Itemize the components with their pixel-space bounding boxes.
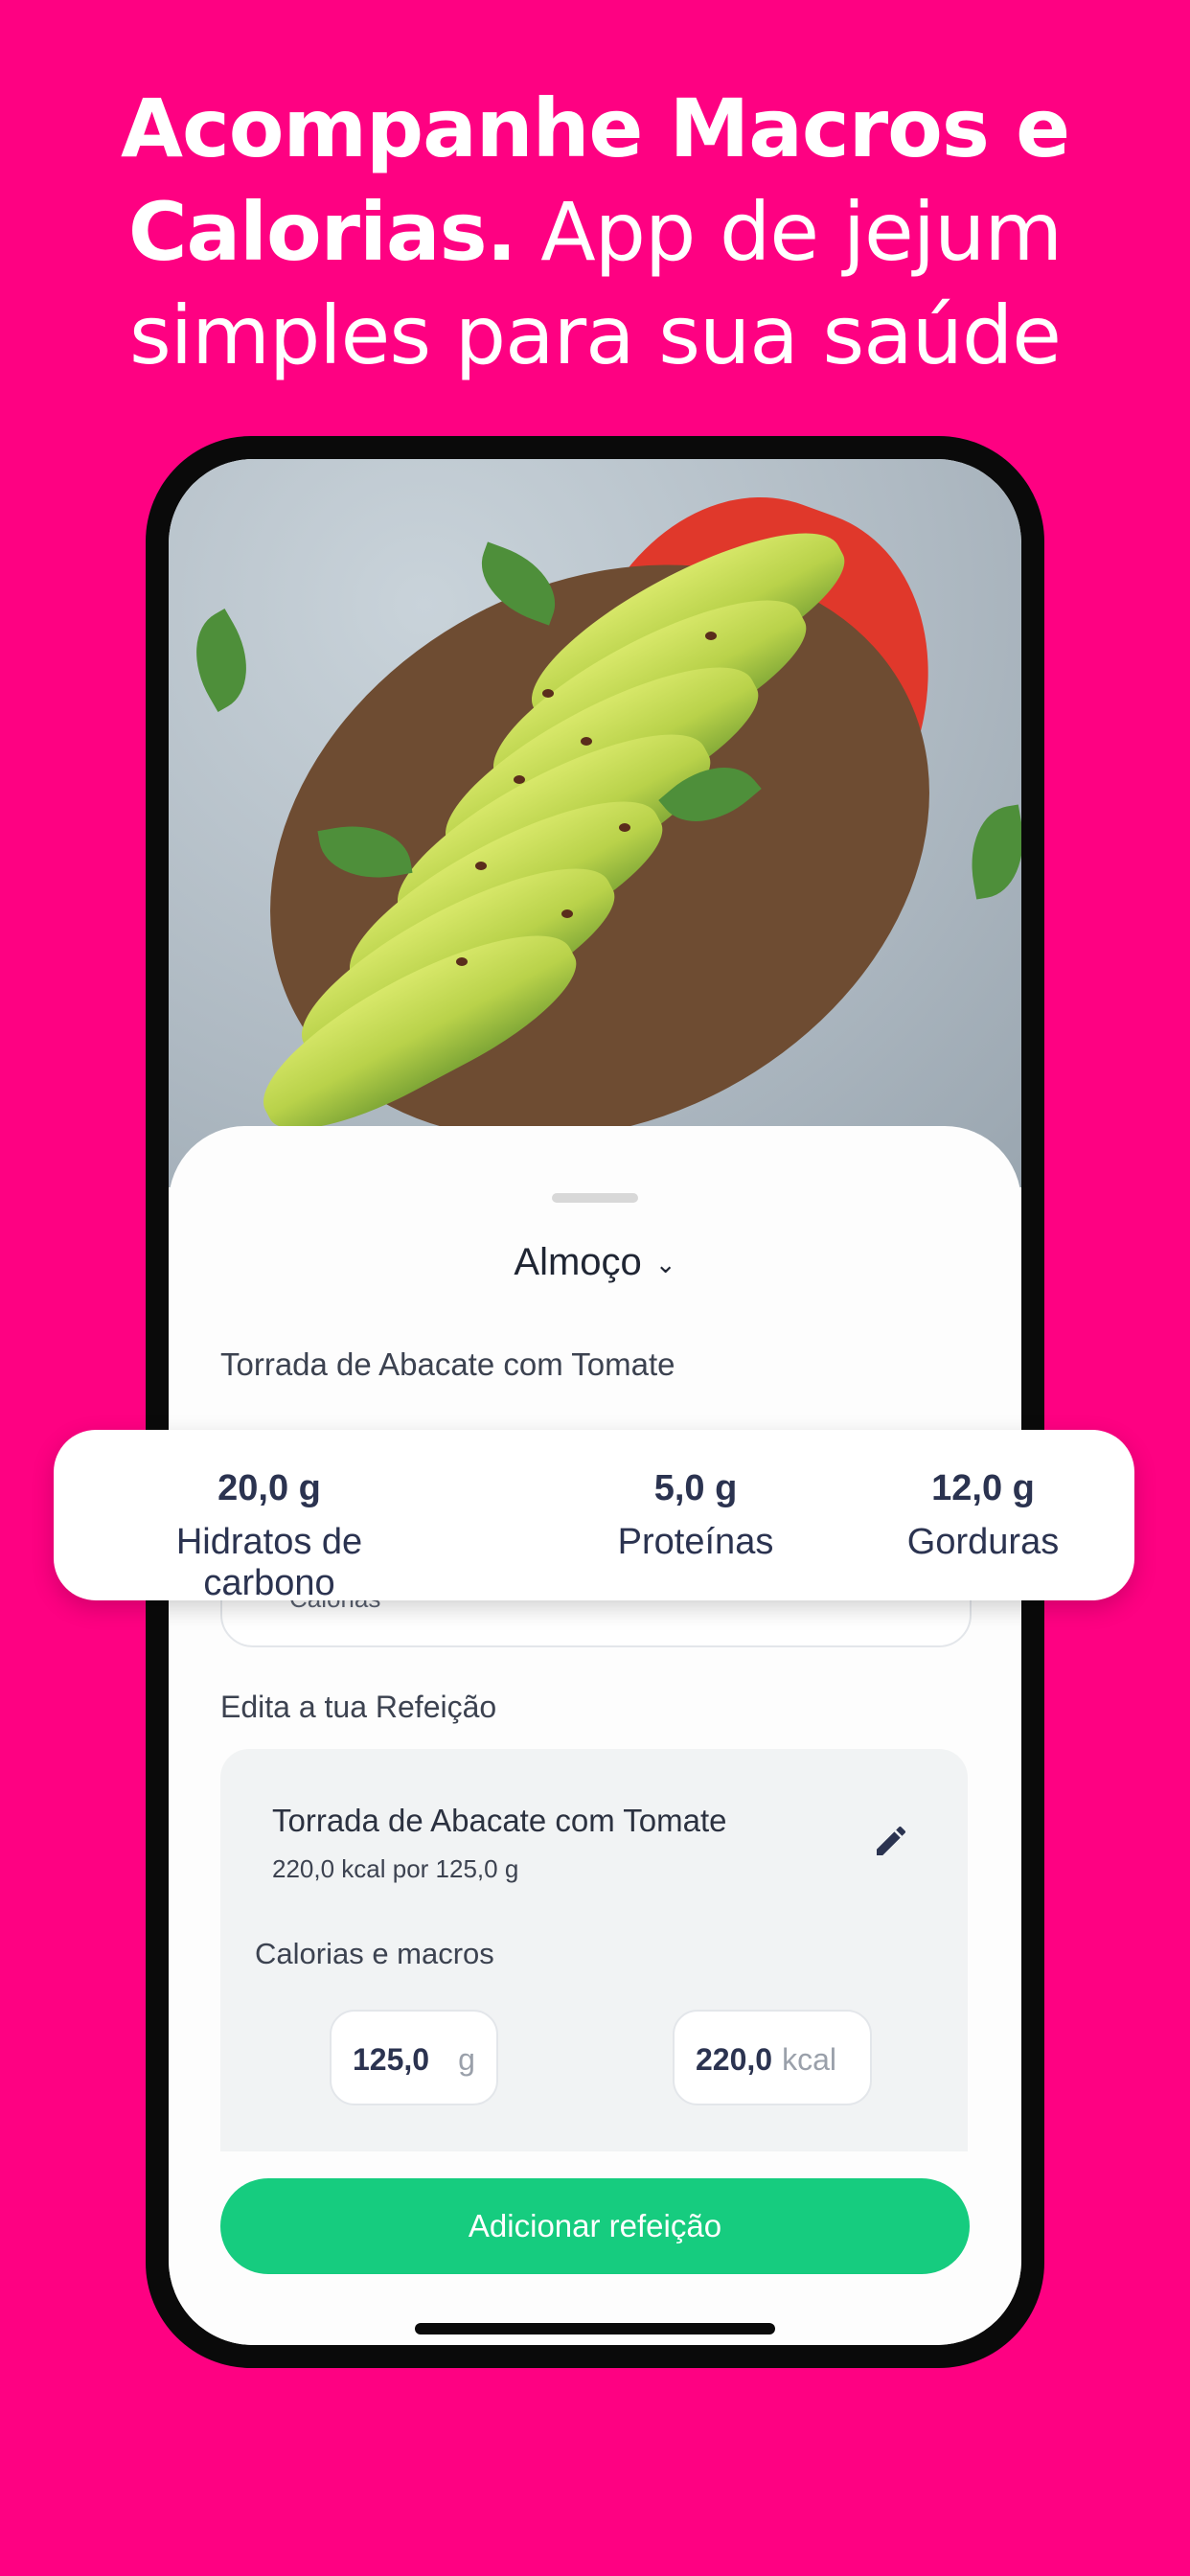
seed bbox=[705, 632, 717, 640]
chevron-down-icon: ⌄ bbox=[654, 1249, 676, 1278]
macro-carbs-label: Hidratos de carbono bbox=[175, 1522, 363, 1603]
macro-protein-label: Proteínas bbox=[617, 1522, 774, 1562]
macro-protein-amount: 5,0 g bbox=[653, 1468, 738, 1508]
meal-type-dropdown[interactable]: Almoço ⌄ bbox=[169, 1241, 1021, 1284]
kcal-input[interactable]: 220,0 kcal bbox=[673, 2010, 872, 2105]
kcal-unit: kcal bbox=[782, 2042, 836, 2077]
phone-frame: Almoço ⌄ Torrada de Abacate com Tomate Ca… bbox=[146, 436, 1044, 2368]
edit-section-label: Edita a tua Refeição bbox=[220, 1690, 497, 1724]
kcal-value: 220,0 bbox=[696, 2042, 773, 2077]
meal-type-label: Almoço bbox=[514, 1241, 642, 1283]
seed bbox=[456, 957, 468, 966]
edit-food-name: Torrada de Abacate com Tomate bbox=[272, 1803, 727, 1838]
grams-value: 125,0 bbox=[353, 2042, 430, 2077]
seed bbox=[475, 862, 487, 870]
leaf bbox=[174, 609, 268, 712]
phone-screen: Almoço ⌄ Torrada de Abacate com Tomate Ca… bbox=[169, 459, 1021, 2345]
pencil-icon[interactable] bbox=[872, 1822, 910, 1860]
macro-fat: 12,0 g Gorduras bbox=[878, 1430, 1088, 1600]
food-title: Torrada de Abacate com Tomate bbox=[220, 1346, 675, 1382]
headline: Acompanhe Macros e Calorias. App de jeju… bbox=[0, 77, 1190, 387]
meal-sheet: Almoço ⌄ Torrada de Abacate com Tomate Ca… bbox=[169, 1126, 1021, 2345]
food-photo bbox=[169, 459, 1021, 1187]
grams-input[interactable]: 125,0 g bbox=[330, 2010, 498, 2105]
seed bbox=[514, 775, 525, 784]
leaf bbox=[961, 804, 1021, 900]
macro-carbs-amount: 20,0 g bbox=[217, 1468, 321, 1508]
grams-unit: g bbox=[458, 2042, 475, 2077]
seed bbox=[542, 689, 554, 698]
sheet-drag-handle[interactable] bbox=[552, 1193, 638, 1203]
calories-macros-label: Calorias e macros bbox=[255, 1937, 494, 1970]
edit-meal-card: Torrada de Abacate com Tomate 220,0 kcal… bbox=[220, 1749, 968, 2151]
seed bbox=[561, 909, 573, 918]
macro-fat-label: Gorduras bbox=[906, 1522, 1060, 1562]
macro-protein: 5,0 g Proteínas bbox=[590, 1430, 801, 1600]
home-indicator[interactable] bbox=[415, 2323, 775, 2334]
edit-food-subtitle: 220,0 kcal por 125,0 g bbox=[272, 1854, 519, 1883]
macro-carbs: 20,0 g Hidratos de carbono bbox=[111, 1430, 427, 1603]
add-meal-button[interactable]: Adicionar refeição bbox=[220, 2178, 970, 2274]
macro-fat-amount: 12,0 g bbox=[931, 1468, 1035, 1508]
macros-card: 20,0 g Hidratos de carbono 5,0 g Proteín… bbox=[54, 1430, 1134, 1603]
seed bbox=[581, 737, 592, 746]
seed bbox=[619, 823, 630, 832]
